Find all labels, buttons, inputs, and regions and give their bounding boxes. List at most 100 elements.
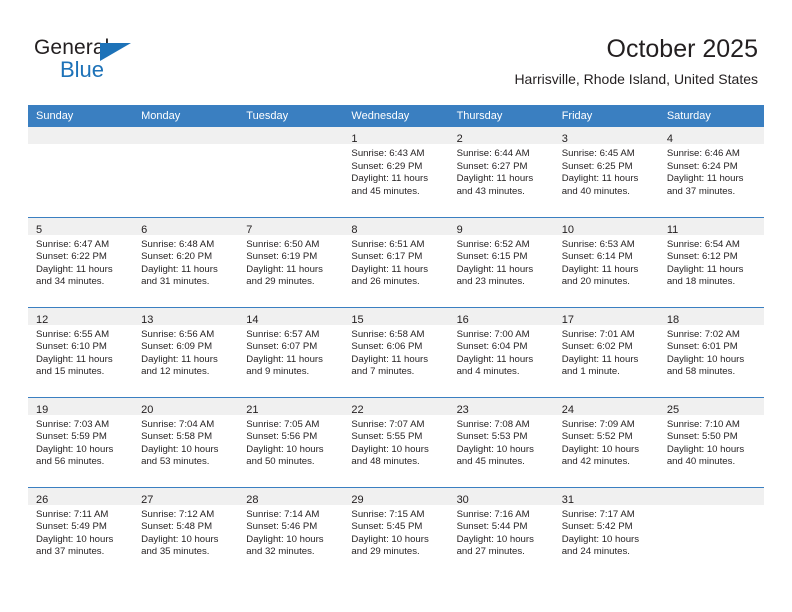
sunset-time: Sunset: 6:09 PM	[141, 341, 213, 353]
daylight-duration: Daylight: 10 hours and 32 minutes.	[246, 533, 324, 558]
calendar-day-cell[interactable]: 15 Sunrise: 6:58 AM Sunset: 6:06 PM Dayligh…	[343, 306, 449, 397]
day-details: Sunrise: 6:47 AM Sunset: 6:22 PM Daylight:…	[28, 235, 133, 289]
sunset-time: Sunset: 5:42 PM	[561, 521, 633, 533]
sunrise-time: Sunrise: 6:50 AM	[246, 238, 320, 250]
daylight-duration: Daylight: 11 hours and 40 minutes.	[561, 173, 639, 197]
blue-triangle-icon	[100, 43, 131, 61]
sunrise-time: Sunrise: 6:48 AM	[141, 238, 215, 250]
calendar-day-cell[interactable]: 23 Sunrise: 7:08 AM Sunset: 5:53 PM Dayligh…	[448, 396, 554, 487]
calendar-day-cell[interactable]: 10 Sunrise: 6:53 AM Sunset: 6:14 PM Dayligh…	[553, 216, 659, 307]
daylight-duration: Daylight: 10 hours and 53 minutes.	[141, 443, 219, 468]
sunset-time: Sunset: 5:50 PM	[666, 431, 738, 443]
day-number: 7	[246, 223, 253, 236]
calendar-day-cell[interactable]: 9 Sunrise: 6:52 AM Sunset: 6:15 PM Daylight…	[448, 216, 554, 307]
day-number: 16	[456, 313, 469, 326]
day-cell-inner: 27 Sunrise: 7:12 AM Sunset: 5:48 PM Dayligh…	[133, 487, 239, 578]
calendar-day-cell[interactable]: 2 Sunrise: 6:44 AM Sunset: 6:27 PM Daylight…	[448, 127, 554, 217]
day-number: 12	[36, 313, 49, 326]
day-details: Sunrise: 6:51 AM Sunset: 6:17 PM Daylight:…	[343, 235, 448, 289]
calendar-day-cell[interactable]: 17 Sunrise: 7:01 AM Sunset: 6:02 PM Dayligh…	[553, 306, 659, 397]
sunrise-time: Sunrise: 6:55 AM	[36, 328, 110, 340]
sunrise-sunset-calendar: Sunday Monday Tuesday Wednesday Thursday…	[28, 105, 764, 577]
day-number-strip	[28, 127, 134, 144]
sunset-time: Sunset: 5:48 PM	[141, 521, 213, 533]
calendar-day-cell[interactable]: 24 Sunrise: 7:09 AM Sunset: 5:52 PM Dayligh…	[553, 396, 659, 487]
daylight-duration: Daylight: 11 hours and 37 minutes.	[666, 173, 744, 197]
day-cell-inner: 8 Sunrise: 6:51 AM Sunset: 6:17 PM Daylight…	[343, 217, 449, 307]
sunset-time: Sunset: 5:44 PM	[456, 521, 528, 533]
calendar-day-cell[interactable]: 5 Sunrise: 6:47 AM Sunset: 6:22 PM Daylight…	[28, 216, 134, 307]
calendar-day-cell[interactable]: 20 Sunrise: 7:04 AM Sunset: 5:58 PM Dayligh…	[133, 396, 239, 487]
calendar-week-row: 26 Sunrise: 7:11 AM Sunset: 5:49 PM Dayligh…	[28, 486, 764, 578]
day-number-strip: 3	[553, 127, 659, 145]
day-details: Sunrise: 7:16 AM Sunset: 5:44 PM Daylight:…	[449, 505, 554, 559]
day-number-strip: 23	[448, 397, 554, 416]
daylight-duration: Daylight: 10 hours and 42 minutes.	[561, 443, 640, 468]
calendar-day-cell[interactable]: 7 Sunrise: 6:50 AM Sunset: 6:19 PM Daylight…	[238, 216, 344, 307]
sunrise-time: Sunrise: 6:53 AM	[561, 238, 635, 250]
day-cell-inner	[133, 127, 239, 217]
calendar-day-cell[interactable]: 29 Sunrise: 7:15 AM Sunset: 5:45 PM Dayligh…	[343, 486, 449, 577]
calendar-day-cell[interactable]: 26 Sunrise: 7:11 AM Sunset: 5:49 PM Dayligh…	[28, 486, 134, 577]
calendar-day-cell[interactable]: 19 Sunrise: 7:03 AM Sunset: 5:59 PM Dayligh…	[28, 396, 134, 487]
calendar-day-cell[interactable]: 13 Sunrise: 6:56 AM Sunset: 6:09 PM Dayligh…	[133, 306, 239, 397]
daylight-duration: Daylight: 11 hours and 9 minutes.	[246, 353, 323, 378]
day-number-strip: 15	[343, 307, 449, 326]
calendar-day-cell[interactable]: 3 Sunrise: 6:45 AM Sunset: 6:25 PM Daylight…	[553, 127, 659, 217]
calendar-day-cell[interactable]: 6 Sunrise: 6:48 AM Sunset: 6:20 PM Daylight…	[133, 216, 239, 307]
page-subtitle: Harrisville, Rhode Island, United States	[514, 71, 758, 87]
day-details: Sunrise: 6:43 AM Sunset: 6:29 PM Daylight:…	[343, 144, 448, 198]
calendar-day-cell-empty	[28, 127, 134, 217]
sunrise-time: Sunrise: 6:54 AM	[666, 238, 740, 250]
sunrise-time: Sunrise: 6:51 AM	[351, 238, 425, 250]
calendar-day-cell[interactable]: 4 Sunrise: 6:46 AM Sunset: 6:24 PM Daylight…	[658, 127, 764, 217]
day-details: Sunrise: 6:53 AM Sunset: 6:14 PM Daylight:…	[554, 235, 659, 289]
day-number-strip: 12	[28, 307, 134, 326]
day-number: 8	[351, 223, 358, 236]
day-details: Sunrise: 7:14 AM Sunset: 5:46 PM Daylight:…	[238, 505, 343, 559]
sunset-time: Sunset: 5:55 PM	[351, 431, 423, 443]
daylight-duration: Daylight: 10 hours and 29 minutes.	[351, 533, 429, 558]
calendar-day-cell[interactable]: 18 Sunrise: 7:02 AM Sunset: 6:01 PM Dayligh…	[658, 306, 764, 397]
weekday-header-friday: Friday	[553, 105, 659, 127]
day-number-strip: 27	[133, 487, 239, 506]
day-details: Sunrise: 6:57 AM Sunset: 6:07 PM Daylight:…	[238, 325, 343, 379]
day-number-strip	[133, 127, 239, 144]
calendar-day-cell[interactable]: 22 Sunrise: 7:07 AM Sunset: 5:55 PM Dayligh…	[343, 396, 449, 487]
day-number-strip: 2	[448, 127, 554, 145]
calendar-day-cell[interactable]: 30 Sunrise: 7:16 AM Sunset: 5:44 PM Dayligh…	[448, 486, 554, 577]
day-cell-inner: 16 Sunrise: 7:00 AM Sunset: 6:04 PM Dayligh…	[448, 307, 554, 397]
calendar-day-cell[interactable]: 27 Sunrise: 7:12 AM Sunset: 5:48 PM Dayligh…	[133, 486, 239, 578]
sunrise-time: Sunrise: 7:07 AM	[351, 418, 425, 430]
general-blue-logo[interactable]: General Blue	[34, 36, 174, 86]
day-number-strip: 25	[658, 397, 764, 416]
calendar-day-cell[interactable]: 11 Sunrise: 6:54 AM Sunset: 6:12 PM Dayligh…	[658, 216, 764, 307]
day-number: 24	[561, 403, 574, 416]
day-number: 29	[351, 493, 364, 506]
sunrise-time: Sunrise: 7:09 AM	[561, 418, 635, 430]
day-number: 19	[36, 403, 49, 416]
calendar-day-cell[interactable]: 8 Sunrise: 6:51 AM Sunset: 6:17 PM Daylight…	[343, 216, 449, 307]
daylight-duration: Daylight: 11 hours and 18 minutes.	[666, 263, 744, 288]
calendar-day-cell[interactable]: 14 Sunrise: 6:57 AM Sunset: 6:07 PM Dayligh…	[238, 306, 344, 397]
daylight-duration: Daylight: 10 hours and 45 minutes.	[456, 443, 534, 468]
day-number-strip	[658, 487, 764, 505]
day-details: Sunrise: 7:07 AM Sunset: 5:55 PM Daylight:…	[343, 415, 448, 469]
calendar-day-cell[interactable]: 25 Sunrise: 7:10 AM Sunset: 5:50 PM Dayligh…	[658, 396, 764, 487]
calendar-day-cell[interactable]: 28 Sunrise: 7:14 AM Sunset: 5:46 PM Dayligh…	[238, 486, 344, 577]
calendar-day-cell[interactable]: 21 Sunrise: 7:05 AM Sunset: 5:56 PM Dayligh…	[238, 396, 344, 487]
day-number-strip: 18	[658, 307, 764, 326]
day-number-strip: 24	[553, 397, 659, 416]
calendar-day-cell[interactable]: 1 Sunrise: 6:43 AM Sunset: 6:29 PM Daylight…	[343, 127, 449, 217]
day-number-strip: 5	[28, 217, 134, 236]
calendar-day-cell[interactable]: 16 Sunrise: 7:00 AM Sunset: 6:04 PM Dayligh…	[448, 306, 554, 397]
day-number-strip: 11	[658, 217, 764, 236]
calendar-day-cell[interactable]: 31 Sunrise: 7:17 AM Sunset: 5:42 PM Dayligh…	[553, 486, 659, 577]
day-details: Sunrise: 6:50 AM Sunset: 6:19 PM Daylight:…	[238, 235, 343, 289]
daylight-duration: Daylight: 11 hours and 45 minutes.	[351, 173, 429, 197]
page-title: October 2025	[606, 35, 759, 63]
day-cell-inner	[658, 487, 764, 578]
day-number: 10	[561, 223, 574, 236]
day-number-strip	[238, 127, 344, 144]
calendar-day-cell[interactable]: 12 Sunrise: 6:55 AM Sunset: 6:10 PM Dayligh…	[28, 306, 134, 397]
